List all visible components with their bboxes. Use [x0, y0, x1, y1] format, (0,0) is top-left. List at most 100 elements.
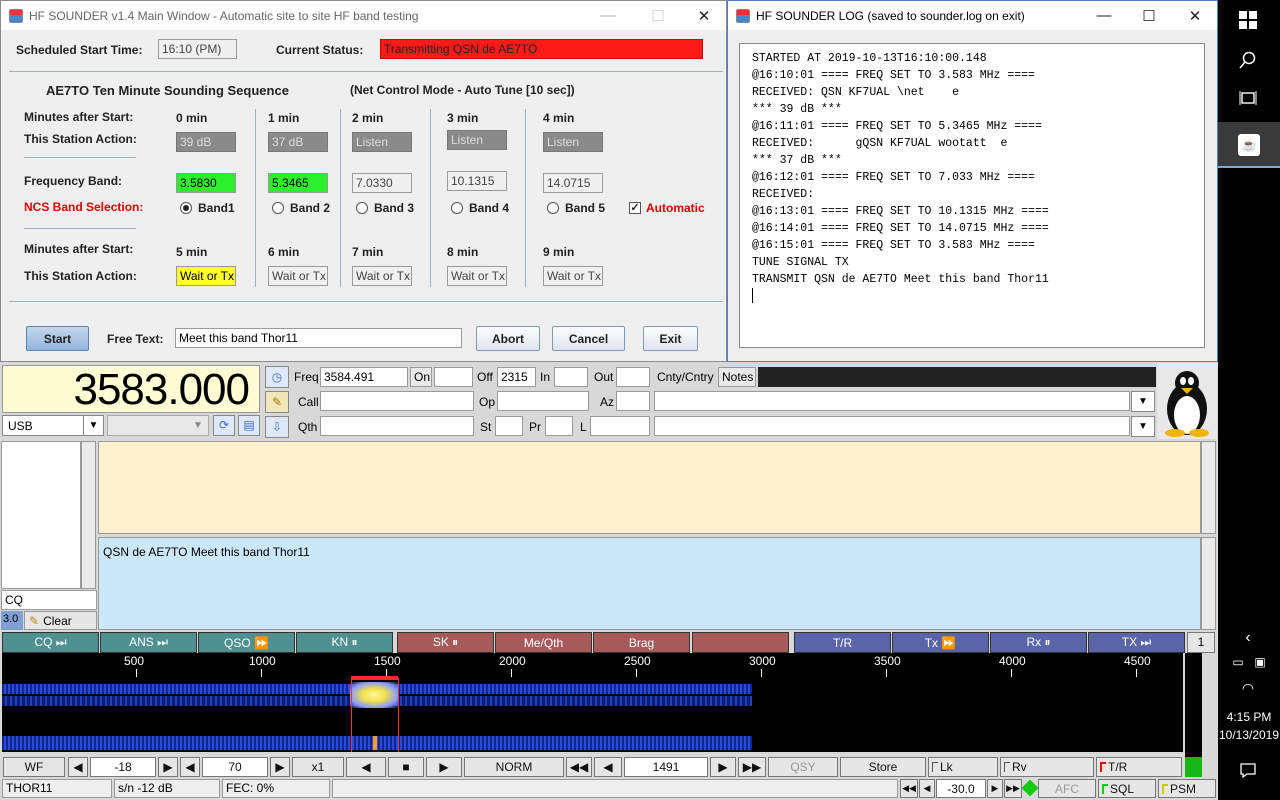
zoom-button[interactable]: x1	[292, 757, 344, 777]
automatic-checkbox[interactable]: ✓ Automatic	[629, 201, 705, 215]
off-time-input[interactable]: 2315	[497, 367, 536, 387]
waterfall-display[interactable]	[2, 678, 1183, 752]
windows-start-icon[interactable]	[1236, 8, 1260, 32]
col2-band-radio[interactable]: Band 3	[356, 201, 414, 215]
sql-button[interactable]: SQL	[1098, 779, 1156, 798]
start-button[interactable]: Start	[26, 326, 89, 351]
country-input[interactable]	[654, 391, 1130, 411]
macro-page-button[interactable]: 1	[1187, 632, 1215, 653]
receive-text-pane[interactable]	[98, 441, 1201, 534]
fast-forward-icon[interactable]: ▶▶	[738, 757, 766, 777]
col4-band-radio[interactable]: Band 5	[547, 201, 605, 215]
op-input[interactable]	[497, 391, 589, 411]
battery-icon[interactable]: ▭	[1226, 650, 1250, 674]
in-input[interactable]	[554, 367, 588, 387]
transmit-scrollbar[interactable]	[1201, 537, 1216, 630]
log-text-area[interactable]: STARTED AT 2019-10-13T16:10:00.148 @16:10…	[739, 43, 1205, 348]
state-input[interactable]	[495, 416, 523, 436]
out-input[interactable]	[616, 367, 650, 387]
lock-button[interactable]: Lk	[928, 757, 998, 777]
col4-frequency[interactable]: 14.0715	[543, 173, 603, 193]
slow-icon[interactable]: ◀	[346, 757, 386, 777]
range-increase-icon[interactable]: ▶	[270, 757, 290, 777]
wf-button[interactable]: WF	[3, 757, 65, 777]
sounder-titlebar[interactable]: HF SOUNDER v1.4 Main Window - Automatic …	[1, 1, 726, 30]
macro-button-8[interactable]	[692, 632, 789, 653]
notes-input[interactable]	[654, 416, 1130, 436]
sql-down-icon[interactable]: ◀	[919, 779, 935, 798]
clock-time[interactable]: 4:15 PM	[1218, 710, 1280, 724]
broom-icon[interactable]: ✎	[265, 391, 289, 413]
ref-increase-icon[interactable]: ▶	[158, 757, 178, 777]
memory-icon[interactable]: ▤	[238, 415, 260, 436]
macro-button-11[interactable]: Rx ⏸	[990, 632, 1087, 653]
on-button[interactable]: On	[410, 367, 432, 387]
ref-level-value[interactable]: -18	[90, 757, 156, 777]
col3-frequency[interactable]: 10.1315	[447, 171, 507, 191]
free-text-input[interactable]: Meet this band Thor11	[175, 328, 462, 348]
clear-button[interactable]: ✎ Clear	[24, 611, 97, 630]
close-icon[interactable]: ✕	[1172, 1, 1218, 30]
sql-fast-up-icon[interactable]: ▶▶	[1004, 779, 1022, 798]
tr-button[interactable]: T/R	[1096, 757, 1182, 777]
mode-select[interactable]: USB ▼	[2, 415, 104, 436]
bandwidth-select[interactable]: ▼	[107, 415, 209, 436]
java-taskbar-button[interactable]: ☕	[1218, 122, 1280, 168]
province-input[interactable]	[545, 416, 573, 436]
close-icon[interactable]: ✕	[681, 1, 727, 30]
col0-band-radio[interactable]: Band1	[180, 201, 235, 215]
psm-button[interactable]: PSM	[1158, 779, 1216, 798]
az-input[interactable]	[616, 391, 650, 411]
reverse-button[interactable]: Rv	[1000, 757, 1094, 777]
receive-scrollbar[interactable]	[1201, 441, 1216, 534]
task-view-icon[interactable]	[1236, 86, 1260, 110]
notes-tab[interactable]: Notes	[718, 367, 756, 387]
log-titlebar[interactable]: HF SOUNDER LOG (saved to sounder.log on …	[728, 1, 1217, 30]
minimize-icon[interactable]: —	[585, 1, 631, 30]
store-button[interactable]: Store	[840, 757, 926, 777]
locator-input[interactable]	[590, 416, 650, 436]
macro-button-1[interactable]: CQ ⏭	[2, 632, 99, 653]
afc-button[interactable]: AFC	[1038, 779, 1096, 798]
sync-icon[interactable]: ⟳	[213, 415, 235, 436]
macro-button-5[interactable]: SK ⏸	[397, 632, 494, 653]
notification-icon[interactable]	[1236, 758, 1260, 782]
exit-button[interactable]: Exit	[643, 326, 698, 351]
transmit-text-pane[interactable]: QSN de AE7TO Meet this band Thor11	[98, 537, 1201, 630]
macro-button-2[interactable]: ANS ⏭	[100, 632, 197, 653]
range-value[interactable]: 70	[202, 757, 268, 777]
macro-button-4[interactable]: KN ⏸	[296, 632, 393, 653]
sql-fast-down-icon[interactable]: ◀◀	[900, 779, 918, 798]
qth-input[interactable]	[320, 416, 474, 436]
fast-rewind-icon[interactable]: ◀◀	[566, 757, 592, 777]
col1-frequency[interactable]: 5.3465	[268, 173, 328, 193]
alert-icon[interactable]: ▣	[1248, 650, 1272, 674]
maximize-icon[interactable]: ☐	[1126, 1, 1172, 30]
save-log-icon[interactable]: ⇩	[265, 416, 289, 438]
sql-up-icon[interactable]: ▶	[987, 779, 1003, 798]
norm-button[interactable]: NORM	[464, 757, 564, 777]
chevron-down-icon[interactable]: ▼	[1131, 391, 1155, 412]
chevron-down-icon[interactable]: ▼	[1131, 416, 1155, 437]
freq-input[interactable]: 3584.491	[320, 367, 408, 387]
chevron-up-icon[interactable]: ‹	[1236, 626, 1260, 650]
left-list-scrollbar[interactable]	[81, 441, 96, 589]
macro-button-10[interactable]: Tx ⏩	[892, 632, 989, 653]
range-decrease-icon[interactable]: ◀	[180, 757, 200, 777]
stop-icon[interactable]: ■	[388, 757, 424, 777]
col2-frequency[interactable]: 7.0330	[352, 173, 412, 193]
abort-button[interactable]: Abort	[476, 326, 540, 351]
carrier-value[interactable]: 1491	[624, 757, 708, 777]
on-time-input[interactable]	[434, 367, 473, 387]
fast-icon[interactable]: ▶	[426, 757, 462, 777]
sql-level-value[interactable]: -30.0	[936, 779, 986, 798]
qsy-button[interactable]: QSY	[768, 757, 838, 777]
macro-button-3[interactable]: QSO ⏩	[198, 632, 295, 653]
macro-button-7[interactable]: Brag	[593, 632, 690, 653]
status-mode[interactable]: THOR11	[2, 779, 112, 798]
call-input[interactable]	[320, 391, 474, 411]
macro-button-9[interactable]: T/R	[794, 632, 891, 653]
clock-date[interactable]: 10/13/2019	[1218, 728, 1280, 742]
ref-decrease-icon[interactable]: ◀	[68, 757, 88, 777]
macro-button-6[interactable]: Me/Qth	[495, 632, 592, 653]
